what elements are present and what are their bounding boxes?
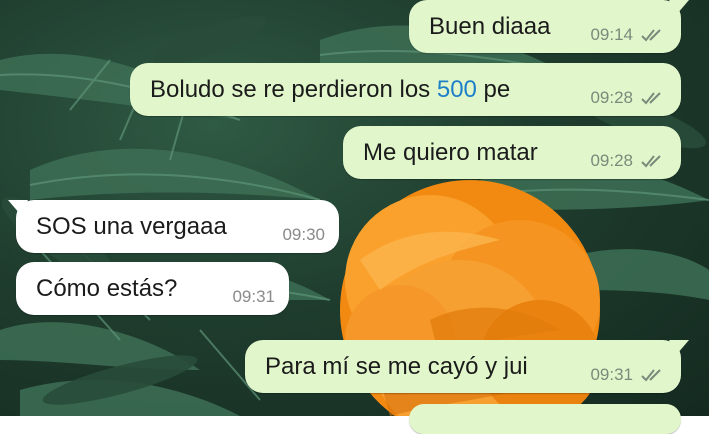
message-meta: 09:31	[232, 287, 275, 307]
bubble-tail-icon	[669, 340, 689, 354]
message-bubble-outgoing-partial[interactable]	[409, 404, 681, 434]
message-time: 09:28	[590, 151, 633, 170]
message-bubble-incoming[interactable]: Cómo estás? 09:31	[16, 262, 289, 315]
message-text-part: pe	[476, 75, 511, 103]
message-text: Boludo se re perdieron los 500 pe	[130, 75, 511, 103]
bubble-tail-icon	[669, 0, 689, 14]
message-text: SOS una vergaaa	[36, 212, 227, 240]
message-time: 09:31	[590, 365, 633, 384]
bubble-tail-icon	[8, 200, 28, 214]
message-bubble-outgoing[interactable]: Para mí se me cayó y jui 09:31	[245, 340, 689, 393]
double-check-icon	[641, 369, 661, 382]
message-time: 09:28	[590, 88, 633, 107]
double-check-icon	[641, 155, 661, 168]
message-text: Cómo estás?	[36, 274, 178, 302]
message-bubble-outgoing[interactable]: Buen diaaa 09:14	[409, 0, 689, 53]
message-meta: 09:28	[590, 88, 667, 108]
message-text-part: Boludo se re perdieron los	[150, 75, 437, 103]
message-meta: 09:31	[590, 365, 667, 385]
double-check-icon	[641, 29, 661, 42]
double-check-icon	[641, 92, 661, 105]
message-time: 09:30	[282, 225, 325, 244]
message-bubble-outgoing[interactable]: Boludo se re perdieron los 500 pe 09:28	[130, 63, 681, 116]
message-meta: 09:14	[590, 25, 667, 45]
message-text: Buen diaaa	[429, 12, 551, 40]
message-bubble-outgoing[interactable]: Me quiero matar 09:28	[343, 126, 681, 179]
message-time: 09:31	[232, 287, 275, 306]
message-text: Para mí se me cayó y jui	[265, 352, 528, 380]
message-bubble-incoming[interactable]: SOS una vergaaa 09:30	[8, 200, 339, 253]
message-meta: 09:28	[590, 151, 667, 171]
message-meta: 09:30	[282, 225, 325, 245]
message-text: Me quiero matar	[363, 138, 538, 166]
message-time: 09:14	[590, 25, 633, 44]
message-number-link[interactable]: 500	[437, 76, 477, 103]
